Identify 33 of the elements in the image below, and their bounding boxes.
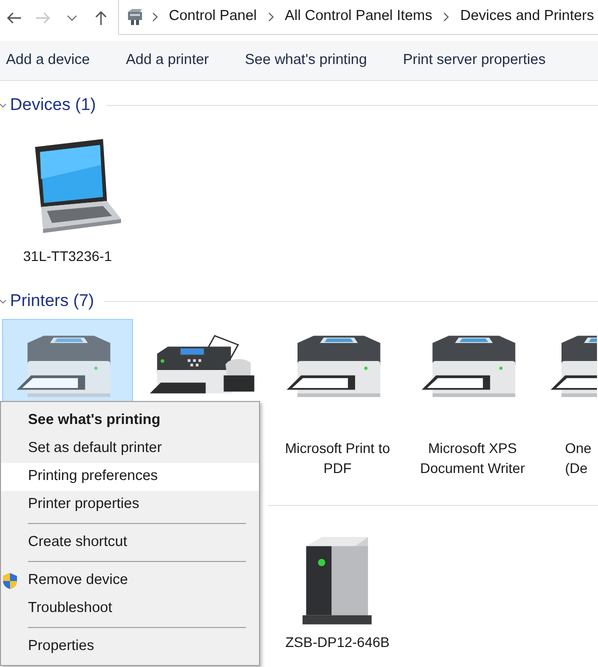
toolbar-button[interactable]: See what's printing (238, 50, 373, 72)
toolbar-button[interactable]: Add a printer (120, 50, 215, 72)
breadcrumb-item[interactable]: Devices and Printers (456, 6, 598, 28)
collapse-chevron-icon[interactable] (0, 101, 6, 109)
menu-item[interactable]: Troubleshoot (1, 595, 259, 623)
menu-item[interactable]: Properties (1, 633, 259, 661)
device-tile[interactable]: One (De (542, 319, 598, 479)
collapse-chevron-icon[interactable] (0, 297, 6, 305)
device-label: Microsoft XPS Document Writer (419, 439, 526, 478)
device-tile[interactable]: 31L-TT3236-1 (2, 131, 133, 289)
device-label: One (De (564, 439, 592, 478)
chevron-right-icon (150, 12, 159, 22)
device-label: ZSB-DP12-646B (284, 633, 391, 652)
device-tile[interactable]: Microsoft Print to PDF (272, 319, 403, 479)
device-tile[interactable]: ZSB-DP12-646B (272, 527, 403, 653)
device-label: 31L-TT3236-1 (22, 247, 113, 266)
menu-item[interactable]: Create shortcut (1, 529, 259, 557)
group-heading[interactable]: Printers (7) (10, 288, 94, 314)
menu-item[interactable]: Printer properties (1, 491, 259, 519)
breadcrumb-item[interactable]: Control Panel (164, 6, 261, 28)
chevron-down-icon (67, 12, 78, 22)
device-label: Microsoft Print to PDF (284, 439, 392, 478)
breadcrumb-item[interactable]: All Control Panel Items (280, 6, 436, 28)
chevron-right-icon (442, 12, 450, 22)
menu-item[interactable]: See what's printing (1, 407, 259, 435)
toolbar-button[interactable]: Print server properties (396, 50, 552, 72)
device-tile[interactable]: Microsoft XPS Document Writer (407, 319, 538, 479)
chevron-right-icon (266, 12, 275, 22)
menu-item[interactable]: Printing preferences (1, 463, 259, 491)
group-heading[interactable]: Devices (1) (10, 92, 96, 118)
menu-item[interactable]: Set as default printer (1, 435, 259, 463)
menu-item[interactable]: Remove device (1, 567, 259, 595)
toolbar-button[interactable]: Add a device (0, 50, 96, 72)
